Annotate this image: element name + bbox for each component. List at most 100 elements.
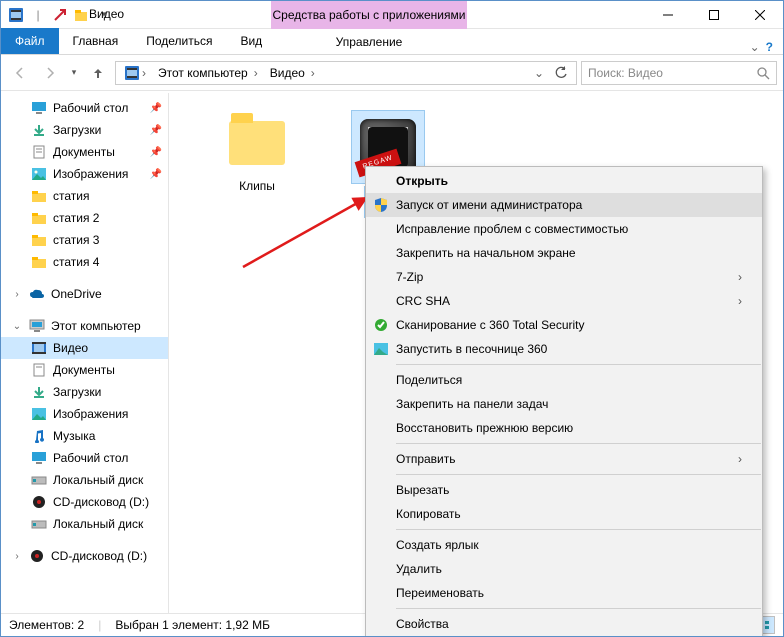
ctx-delete[interactable]: Удалить xyxy=(366,557,762,581)
app-icon xyxy=(7,6,25,24)
ctx-crcsha[interactable]: CRC SHA› xyxy=(366,289,762,313)
expand-icon[interactable]: › xyxy=(11,551,23,562)
desktop-icon xyxy=(31,450,47,466)
sidebar-item-folder[interactable]: статия 3 xyxy=(1,229,168,251)
titlebar: | ▾ Видео Средства работы с приложениями xyxy=(1,1,783,29)
maximize-button[interactable] xyxy=(691,1,737,29)
pin-icon: 📌 xyxy=(150,103,162,114)
status-count: Элементов: 2 xyxy=(9,618,84,632)
cd-icon xyxy=(31,494,47,510)
hdd-icon xyxy=(31,516,47,532)
address-dropdown-icon[interactable]: ⌄ xyxy=(528,62,550,84)
sandbox-icon xyxy=(366,343,396,355)
sidebar-item-desktop[interactable]: Рабочий стол📌 xyxy=(1,97,168,119)
address-bar[interactable]: › Этот компьютер› Видео› ⌄ xyxy=(115,61,577,85)
folder-icon xyxy=(225,111,289,175)
sidebar-item-documents[interactable]: Документы xyxy=(1,359,168,381)
qat-sep-icon: | xyxy=(29,6,47,24)
minimize-button[interactable] xyxy=(645,1,691,29)
submenu-arrow-icon: › xyxy=(738,452,742,466)
sidebar-item-documents[interactable]: Документы📌 xyxy=(1,141,168,163)
sidebar-item-hdd[interactable]: Локальный диск xyxy=(1,469,168,491)
pictures-icon xyxy=(31,166,47,182)
breadcrumb-thispc[interactable]: Этот компьютер› xyxy=(154,66,262,80)
shield-icon xyxy=(366,197,396,213)
sidebar-item-pictures[interactable]: Изображения xyxy=(1,403,168,425)
ctx-send-to[interactable]: Отправить› xyxy=(366,447,762,471)
documents-icon xyxy=(31,144,47,160)
nav-up-button[interactable] xyxy=(85,60,111,86)
folder-icon xyxy=(31,232,47,248)
file-item-folder[interactable]: Клипы xyxy=(209,111,305,193)
explorer-window: | ▾ Видео Средства работы с приложениями… xyxy=(0,0,784,637)
nav-recent-dropdown[interactable]: ▾ xyxy=(67,60,81,86)
pin-icon: 📌 xyxy=(150,125,162,136)
sidebar-item-cd-root[interactable]: ›CD-дисковод (D:) xyxy=(1,545,168,567)
nav-forward-button[interactable] xyxy=(37,60,63,86)
sidebar-item-hdd[interactable]: Локальный диск xyxy=(1,513,168,535)
ctx-properties[interactable]: Свойства xyxy=(366,612,762,636)
sidebar-item-folder[interactable]: статия 4 xyxy=(1,251,168,273)
cd-icon xyxy=(29,548,45,564)
file-tab[interactable]: Файл xyxy=(1,28,59,54)
ctx-share[interactable]: Поделиться xyxy=(366,368,762,392)
ctx-restore[interactable]: Восстановить прежнюю версию xyxy=(366,416,762,440)
ctx-compat[interactable]: Исправление проблем с совместимостью xyxy=(366,217,762,241)
sidebar-item-folder[interactable]: статия xyxy=(1,185,168,207)
ctx-cut[interactable]: Вырезать xyxy=(366,478,762,502)
file-item-label: Клипы xyxy=(239,179,275,193)
close-button[interactable] xyxy=(737,1,783,29)
nav-back-button[interactable] xyxy=(7,60,33,86)
sidebar-item-downloads[interactable]: Загрузки xyxy=(1,381,168,403)
ctx-7zip[interactable]: 7-Zip› xyxy=(366,265,762,289)
ribbon-help-icon[interactable]: ? xyxy=(766,40,773,54)
downloads-icon xyxy=(31,122,47,138)
window-title: Видео xyxy=(89,7,124,21)
search-box[interactable]: Поиск: Видео xyxy=(581,61,777,85)
navigation-pane[interactable]: Рабочий стол📌 Загрузки📌 Документы📌 Изобр… xyxy=(1,93,169,613)
sidebar-item-pictures[interactable]: Изображения📌 xyxy=(1,163,168,185)
submenu-arrow-icon: › xyxy=(738,270,742,284)
breadcrumb-root-icon[interactable]: › xyxy=(120,65,150,81)
ctx-shortcut[interactable]: Создать ярлык xyxy=(366,533,762,557)
sidebar-item-desktop[interactable]: Рабочий стол xyxy=(1,447,168,469)
window-controls xyxy=(645,1,783,29)
folder-icon xyxy=(31,254,47,270)
scan-icon xyxy=(366,318,396,332)
ctx-rename[interactable]: Переименовать xyxy=(366,581,762,605)
sidebar-item-thispc[interactable]: ⌄Этот компьютер xyxy=(1,315,168,337)
context-menu: Открыть Запуск от имени администратора И… xyxy=(365,166,763,637)
ctx-copy[interactable]: Копировать xyxy=(366,502,762,526)
ribbon: Файл Главная Поделиться Вид Управление ⌄… xyxy=(1,29,783,55)
tab-view[interactable]: Вид xyxy=(226,28,276,54)
tab-home[interactable]: Главная xyxy=(59,28,133,54)
computer-icon xyxy=(29,318,45,334)
music-icon xyxy=(31,428,47,444)
qat-properties-icon[interactable] xyxy=(51,6,69,24)
onedrive-icon xyxy=(29,286,45,302)
sidebar-item-cd[interactable]: CD-дисковод (D:) xyxy=(1,491,168,513)
sidebar-item-music[interactable]: Музыка xyxy=(1,425,168,447)
refresh-button[interactable] xyxy=(550,62,572,84)
ctx-pin-taskbar[interactable]: Закрепить на панели задач xyxy=(366,392,762,416)
status-selection: Выбран 1 элемент: 1,92 МБ xyxy=(115,618,270,632)
search-placeholder: Поиск: Видео xyxy=(588,66,663,80)
sidebar-item-onedrive[interactable]: ›OneDrive xyxy=(1,283,168,305)
hdd-icon xyxy=(31,472,47,488)
tab-manage[interactable]: Управление xyxy=(271,29,467,55)
breadcrumb-videos[interactable]: Видео› xyxy=(266,66,319,80)
contextual-tab-header-label: Средства работы с приложениями xyxy=(273,8,466,22)
submenu-arrow-icon: › xyxy=(738,294,742,308)
sidebar-item-folder[interactable]: статия 2 xyxy=(1,207,168,229)
collapse-icon[interactable]: ⌄ xyxy=(11,321,23,332)
ctx-sandbox-360[interactable]: Запустить в песочнице 360 xyxy=(366,337,762,361)
sidebar-item-downloads[interactable]: Загрузки📌 xyxy=(1,119,168,141)
ribbon-expand-icon[interactable]: ⌄ xyxy=(750,40,760,54)
ctx-pin-start[interactable]: Закрепить на начальном экране xyxy=(366,241,762,265)
ctx-scan-360[interactable]: Сканирование с 360 Total Security xyxy=(366,313,762,337)
tab-share[interactable]: Поделиться xyxy=(132,28,226,54)
ctx-run-as-admin[interactable]: Запуск от имени администратора xyxy=(366,193,762,217)
expand-icon[interactable]: › xyxy=(11,289,23,300)
ctx-open[interactable]: Открыть xyxy=(366,169,762,193)
sidebar-item-videos[interactable]: Видео xyxy=(1,337,168,359)
